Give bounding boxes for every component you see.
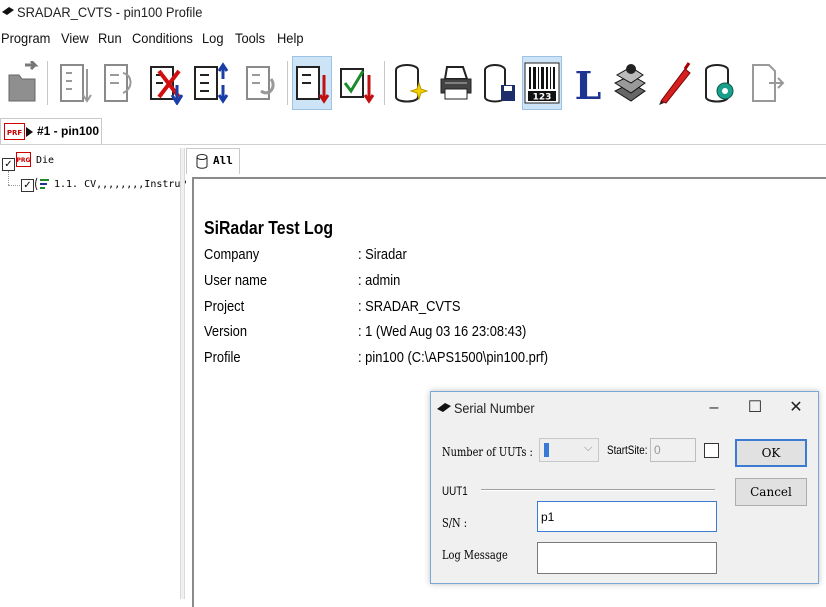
profile-file-icon: PRF bbox=[4, 123, 33, 140]
chevron-down-icon: ⌵ bbox=[584, 442, 593, 454]
log-title: SiRadar Test Log bbox=[204, 218, 334, 238]
red-pen-icon[interactable] bbox=[654, 56, 694, 110]
log-label-project: Project bbox=[204, 298, 245, 315]
barcode-icon[interactable]: 123 bbox=[522, 56, 562, 110]
divider bbox=[0, 144, 826, 145]
tree-child-checkbox[interactable]: ✓ bbox=[21, 179, 34, 192]
app-icon bbox=[2, 7, 14, 15]
menu-view[interactable]: View bbox=[61, 30, 89, 46]
step-over-icon[interactable] bbox=[98, 56, 138, 110]
group-divider bbox=[481, 489, 715, 491]
log-label-company: Company bbox=[204, 246, 260, 263]
tree-root-label[interactable]: Die bbox=[36, 155, 54, 166]
log-message-input[interactable] bbox=[537, 542, 717, 574]
coins-stack-icon[interactable] bbox=[610, 56, 650, 110]
num-uuts-select[interactable]: ⌵ bbox=[539, 438, 599, 462]
startsite-label: StartSite: bbox=[607, 443, 648, 457]
tree-root-checkbox[interactable]: ✓ bbox=[2, 158, 15, 171]
program-tree: ✓ PRG Die ✓ 1.1. CV,,,,,,,,InstruP bbox=[0, 148, 186, 599]
database-gear-icon[interactable] bbox=[700, 56, 740, 110]
minimize-button[interactable]: – bbox=[700, 396, 728, 420]
log-value-profile: : pin100 (C:\APS1500\pin100.prf) bbox=[358, 349, 549, 366]
cancel-button[interactable]: Cancel bbox=[735, 478, 807, 506]
barcode-caption: 123 bbox=[533, 93, 552, 103]
step-into-icon[interactable] bbox=[190, 56, 230, 110]
log-value-username: : admin bbox=[358, 272, 401, 289]
splitter[interactable] bbox=[180, 148, 185, 599]
log-label-version: Version bbox=[204, 323, 248, 340]
menu-run[interactable]: Run bbox=[98, 30, 122, 46]
exit-arrow-icon[interactable] bbox=[746, 56, 786, 110]
tree-connector bbox=[8, 185, 20, 187]
title-bar: SRADAR_CVTS - pin100 Profile bbox=[0, 0, 826, 24]
window-title: SRADAR_CVTS - pin100 Profile bbox=[17, 4, 203, 20]
program-file-icon: PRG bbox=[16, 152, 31, 167]
open-folder-icon[interactable] bbox=[4, 56, 44, 110]
ok-button[interactable]: OK bbox=[735, 439, 807, 467]
stop-red-x-icon[interactable] bbox=[144, 56, 184, 110]
toolbar: 123 L bbox=[0, 55, 826, 113]
tree-child-label[interactable]: 1.1. CV,,,,,,,,InstruP bbox=[54, 179, 186, 190]
menu-conditions[interactable]: Conditions bbox=[132, 30, 193, 46]
checkmark-run-icon[interactable] bbox=[336, 56, 376, 110]
log-label-username: User name bbox=[204, 272, 268, 289]
run-from-cursor-icon[interactable] bbox=[292, 56, 332, 110]
log-value-project: : SRADAR_CVTS bbox=[358, 298, 461, 315]
maximize-button[interactable]: ☐ bbox=[741, 396, 769, 420]
tab-all-label: All bbox=[213, 154, 233, 167]
sn-input[interactable] bbox=[537, 501, 717, 532]
menu-program[interactable]: Program bbox=[1, 30, 50, 46]
test-item-icon bbox=[35, 177, 49, 191]
menu-help[interactable]: Help bbox=[277, 30, 303, 46]
close-button[interactable]: ✕ bbox=[782, 396, 810, 420]
log-letter: L bbox=[575, 63, 602, 105]
menu-bar: Program View Run Conditions Log Tools He… bbox=[0, 27, 826, 49]
log-label-profile: Profile bbox=[204, 349, 241, 366]
menu-log[interactable]: Log bbox=[202, 30, 223, 46]
tree-connector bbox=[8, 171, 10, 185]
log-message-label: Log Message bbox=[442, 548, 508, 562]
reset-icon[interactable] bbox=[240, 56, 280, 110]
sn-label: S/N : bbox=[442, 516, 468, 530]
profile-tab-label: #1 - pin100 bbox=[37, 124, 100, 138]
log-L-icon[interactable]: L bbox=[568, 56, 608, 110]
profile-icon-text: PRF bbox=[7, 129, 23, 137]
database-icon bbox=[196, 154, 208, 169]
startsite-checkbox[interactable] bbox=[704, 443, 719, 458]
log-value-version: : 1 (Wed Aug 03 16 23:08:43) bbox=[358, 323, 527, 340]
log-value-company: : Siradar bbox=[358, 246, 407, 263]
dialog-title: Serial Number bbox=[454, 400, 535, 416]
serial-number-dialog: Serial Number – ☐ ✕ Number of UUTs : ⌵ S… bbox=[430, 391, 819, 584]
program-icon-text: PRG bbox=[17, 157, 31, 164]
printer-icon[interactable] bbox=[436, 56, 476, 110]
menu-tools[interactable]: Tools bbox=[235, 30, 265, 46]
num-uuts-label: Number of UUTs : bbox=[442, 445, 533, 459]
add-database-icon[interactable] bbox=[390, 56, 430, 110]
tab-all[interactable]: All bbox=[186, 148, 240, 174]
step-down-icon[interactable] bbox=[54, 56, 94, 110]
save-database-icon[interactable] bbox=[480, 56, 520, 110]
uut1-label: UUT1 bbox=[442, 484, 468, 498]
startsite-input[interactable] bbox=[650, 438, 696, 462]
app-icon bbox=[437, 403, 451, 412]
profile-tab[interactable]: PRF #1 - pin100 bbox=[0, 118, 102, 144]
